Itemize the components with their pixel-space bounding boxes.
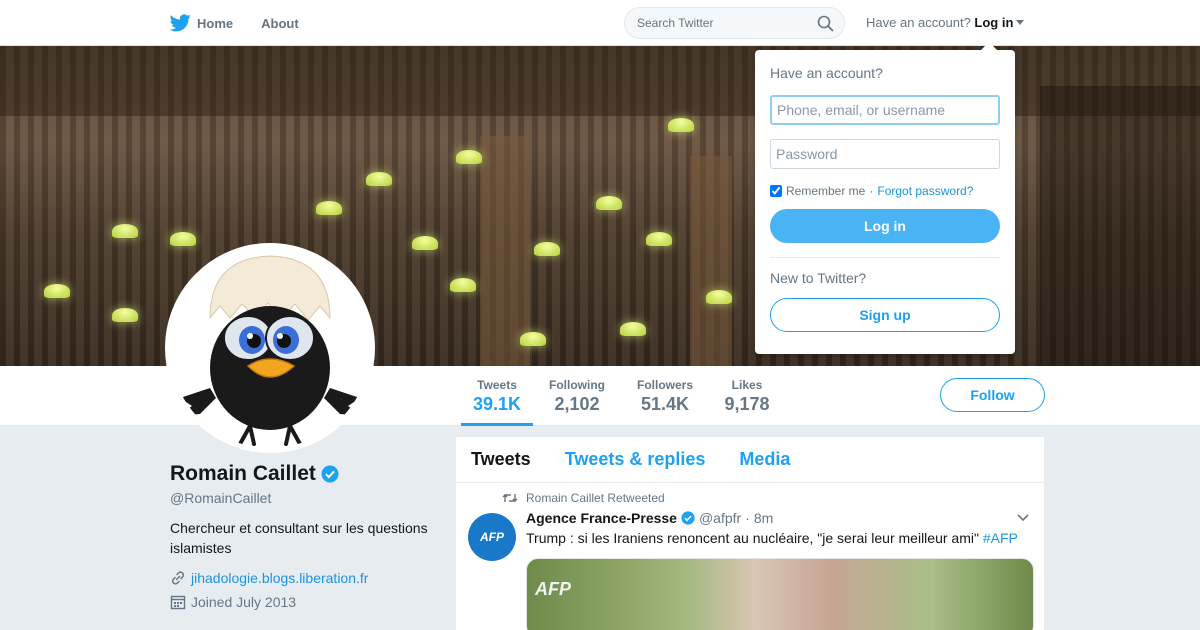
calendar-icon bbox=[170, 595, 186, 610]
tab-tweets[interactable]: Tweets bbox=[471, 449, 531, 470]
remember-label: Remember me bbox=[786, 184, 866, 198]
login-button[interactable]: Log in bbox=[770, 209, 1000, 243]
tweet-header: Agence France-Presse @afpfr · 8m bbox=[526, 510, 1034, 526]
remember-checkbox[interactable] bbox=[770, 185, 782, 197]
verified-badge-icon bbox=[681, 511, 695, 525]
nav-left: Home About bbox=[170, 0, 327, 46]
avatar-illustration bbox=[178, 255, 362, 446]
banner-balcony bbox=[1040, 86, 1200, 366]
timeline-tabs: Tweets Tweets & replies Media bbox=[456, 437, 1044, 483]
profile-info: Romain Caillet @RomainCaillet Chercheur … bbox=[170, 462, 440, 610]
profile-joined: Joined July 2013 bbox=[170, 594, 440, 610]
new-to-twitter-text: New to Twitter? bbox=[770, 270, 867, 286]
retweet-context: Romain Caillet Retweeted bbox=[502, 491, 1034, 505]
tweet-hashtag[interactable]: #AFP bbox=[983, 530, 1018, 546]
profile-handle[interactable]: @RomainCaillet bbox=[170, 490, 440, 506]
lamp-shape bbox=[620, 322, 646, 336]
follow-button[interactable]: Follow bbox=[940, 378, 1045, 412]
stat-label: Likes bbox=[731, 378, 763, 392]
tweet-text: Trump : si les Iraniens renoncent au nuc… bbox=[526, 530, 1034, 546]
lamp-shape bbox=[520, 332, 546, 346]
profile-website-link[interactable]: jihadologie.blogs.liberation.fr bbox=[170, 570, 440, 586]
profile-joined-text: Joined July 2013 bbox=[191, 594, 297, 610]
lamp-shape bbox=[706, 290, 732, 304]
profile-name[interactable]: Romain Caillet bbox=[170, 462, 316, 486]
tweet-author-name[interactable]: Agence France-Presse bbox=[526, 510, 677, 526]
stat-value: 39.1K bbox=[472, 394, 522, 414]
verified-badge-icon bbox=[321, 465, 339, 483]
tweet-text-body: Trump : si les Iraniens renoncent au nuc… bbox=[526, 530, 979, 546]
chevron-down-icon[interactable] bbox=[1016, 513, 1030, 523]
nav-home[interactable]: Home bbox=[170, 14, 233, 32]
dropdown-title: Have an account? bbox=[770, 65, 883, 81]
lamp-shape bbox=[646, 232, 672, 246]
tweet-avatar[interactable]: AFP bbox=[468, 513, 516, 561]
tab-tweets-replies[interactable]: Tweets & replies bbox=[565, 449, 706, 470]
have-account-text: Have an account? bbox=[866, 15, 971, 30]
lamp-shape bbox=[366, 172, 392, 186]
stat-value: 2,102 bbox=[554, 394, 600, 414]
media-watermark: AFP bbox=[535, 579, 571, 599]
password-field[interactable] bbox=[770, 139, 1000, 169]
search-box bbox=[624, 7, 845, 39]
profile-avatar[interactable] bbox=[165, 243, 375, 453]
stat-followers[interactable]: Followers 51.4K bbox=[630, 366, 700, 426]
lamp-shape bbox=[596, 196, 622, 210]
retweet-context-text: Romain Caillet Retweeted bbox=[526, 491, 665, 505]
link-icon bbox=[171, 571, 185, 585]
top-nav: Home About Have an account? Log in bbox=[0, 0, 1200, 46]
twitter-bird-icon bbox=[170, 14, 191, 32]
stat-likes[interactable]: Likes 9,178 bbox=[718, 366, 776, 426]
retweet-icon bbox=[502, 494, 518, 502]
banner-column bbox=[690, 156, 732, 366]
nav-home-label: Home bbox=[197, 15, 234, 31]
search-input[interactable] bbox=[625, 8, 805, 38]
tweet-media-image[interactable]: AFP bbox=[526, 558, 1034, 630]
tweet-separator: · bbox=[745, 510, 750, 526]
forgot-password-link[interactable]: Forgot password? bbox=[877, 184, 973, 198]
profile-website-text: jihadologie.blogs.liberation.fr bbox=[191, 570, 369, 586]
tab-media[interactable]: Media bbox=[739, 449, 790, 470]
profile-bio: Chercheur et consultant sur les question… bbox=[170, 520, 428, 556]
tweet-timestamp[interactable]: 8m bbox=[754, 510, 773, 526]
lamp-shape bbox=[412, 236, 438, 250]
profile-name-row: Romain Caillet bbox=[170, 462, 440, 486]
lamp-shape bbox=[112, 224, 138, 238]
stat-label: Following bbox=[549, 378, 605, 392]
banner-shelves-top bbox=[0, 46, 1200, 116]
tweet[interactable]: Romain Caillet Retweeted AFP Agence Fran… bbox=[456, 483, 1044, 630]
login-prompt: Have an account? Log in bbox=[866, 15, 1025, 30]
login-dropdown: Have an account? Remember me · Forgot pa… bbox=[755, 42, 1015, 354]
stat-label: Followers bbox=[636, 378, 693, 392]
lamp-shape bbox=[450, 278, 476, 292]
lamp-shape bbox=[316, 201, 342, 215]
nav-about-label: About bbox=[261, 15, 299, 31]
remember-row: Remember me · Forgot password? bbox=[770, 184, 1000, 198]
lamp-shape bbox=[456, 150, 482, 164]
dropdown-divider bbox=[770, 257, 1000, 258]
remember-separator: · bbox=[869, 184, 874, 198]
stat-value: 9,178 bbox=[724, 394, 770, 414]
signup-button[interactable]: Sign up bbox=[770, 298, 1000, 332]
caret-down-icon bbox=[1016, 20, 1025, 25]
tweet-author-handle[interactable]: @afpfr bbox=[699, 510, 741, 526]
login-toggle[interactable]: Log in bbox=[974, 15, 1025, 30]
search-icon[interactable] bbox=[817, 15, 834, 32]
lamp-shape bbox=[534, 242, 560, 256]
nav-about[interactable]: About bbox=[261, 16, 299, 31]
username-field[interactable] bbox=[770, 95, 1000, 125]
stat-tweets[interactable]: Tweets 39.1K bbox=[461, 366, 533, 426]
lamp-shape bbox=[112, 308, 138, 322]
stat-label: Tweets bbox=[477, 378, 517, 392]
lamp-shape bbox=[170, 232, 196, 246]
lamp-shape bbox=[44, 284, 70, 298]
banner-column bbox=[480, 136, 530, 366]
tweet-avatar-text: AFP bbox=[480, 530, 504, 544]
login-toggle-label: Log in bbox=[974, 15, 1014, 30]
stat-value: 51.4K bbox=[640, 394, 690, 414]
stat-following[interactable]: Following 2,102 bbox=[543, 366, 611, 426]
timeline: Tweets Tweets & replies Media Romain Cai… bbox=[456, 437, 1044, 630]
lamp-shape bbox=[668, 118, 694, 132]
